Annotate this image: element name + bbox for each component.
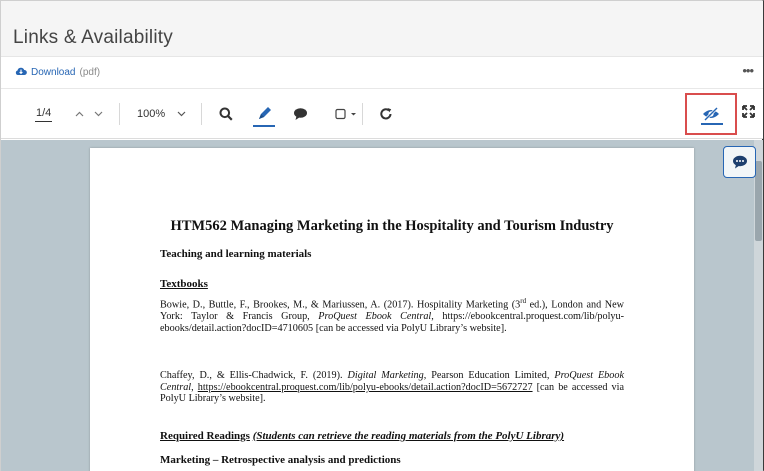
cloud-download-icon: [15, 66, 27, 79]
download-link[interactable]: Download (pdf): [15, 66, 100, 79]
rotate-button[interactable]: [379, 89, 393, 139]
zoom-level[interactable]: 100%: [137, 89, 165, 139]
comment-tool-button[interactable]: [293, 89, 308, 139]
page-indicator-value[interactable]: 1/4: [35, 107, 53, 122]
toolbar-divider: [201, 103, 202, 125]
scrollbar-thumb[interactable]: [755, 161, 762, 241]
toggle-annotations-button[interactable]: [685, 93, 737, 135]
search-icon: [219, 107, 233, 121]
more-menu-button[interactable]: •••: [742, 63, 754, 78]
comment-icon: [732, 155, 747, 169]
shape-icon: [335, 108, 356, 120]
pdf-toolbar: 1/4 100%: [1, 89, 763, 139]
highlight-pen-button[interactable]: [253, 89, 275, 139]
prev-page-button[interactable]: [75, 89, 84, 139]
toolbar-divider: [362, 103, 363, 125]
reference-1: Bowie, D., Buttle, F., Brookes, M., & Ma…: [160, 297, 624, 334]
pdf-page: HTM562 Managing Marketing in the Hospita…: [90, 148, 694, 471]
download-bar: Download (pdf) •••: [1, 57, 763, 89]
next-page-button[interactable]: [94, 89, 103, 139]
section-marketing: Marketing – Retrospective analysis and p…: [160, 454, 401, 466]
reference-2: Chaffey, D., & Ellis-Chadwick, F. (2019)…: [160, 370, 624, 405]
pen-icon: [259, 107, 271, 119]
active-underline: [701, 123, 723, 125]
section-textbooks: Textbooks: [160, 278, 208, 290]
section-required-readings: Required Readings (Students can retrieve…: [160, 430, 565, 442]
comments-panel-button[interactable]: [723, 146, 756, 178]
document-title: HTM562 Managing Marketing in the Hospita…: [170, 218, 614, 234]
chevron-down-icon: [177, 111, 186, 117]
header-bar: Links & Availability: [1, 1, 763, 57]
page-title: Links & Availability: [13, 27, 173, 48]
page-indicator[interactable]: 1/4: [35, 89, 53, 139]
comment-icon: [294, 108, 307, 120]
chevron-down-icon: [94, 111, 103, 117]
toolbar-divider: [119, 103, 120, 125]
refresh-icon: [380, 108, 392, 120]
expand-icon: [742, 105, 755, 118]
shape-tool-button[interactable]: [335, 89, 359, 139]
reference-link[interactable]: https://ebookcentral.proquest.com/lib/po…: [198, 382, 533, 393]
chevron-up-icon: [75, 111, 84, 117]
download-format: (pdf): [79, 67, 101, 78]
viewer-frame: Links & Availability Download (pdf) ••• …: [0, 0, 764, 471]
zoom-dropdown-button[interactable]: [177, 89, 186, 139]
eye-slash-icon: [703, 107, 719, 121]
download-label[interactable]: Download: [31, 67, 75, 78]
search-button[interactable]: [219, 89, 233, 139]
fullscreen-button[interactable]: [742, 105, 755, 123]
document-subtitle: Teaching and learning materials: [160, 248, 312, 260]
